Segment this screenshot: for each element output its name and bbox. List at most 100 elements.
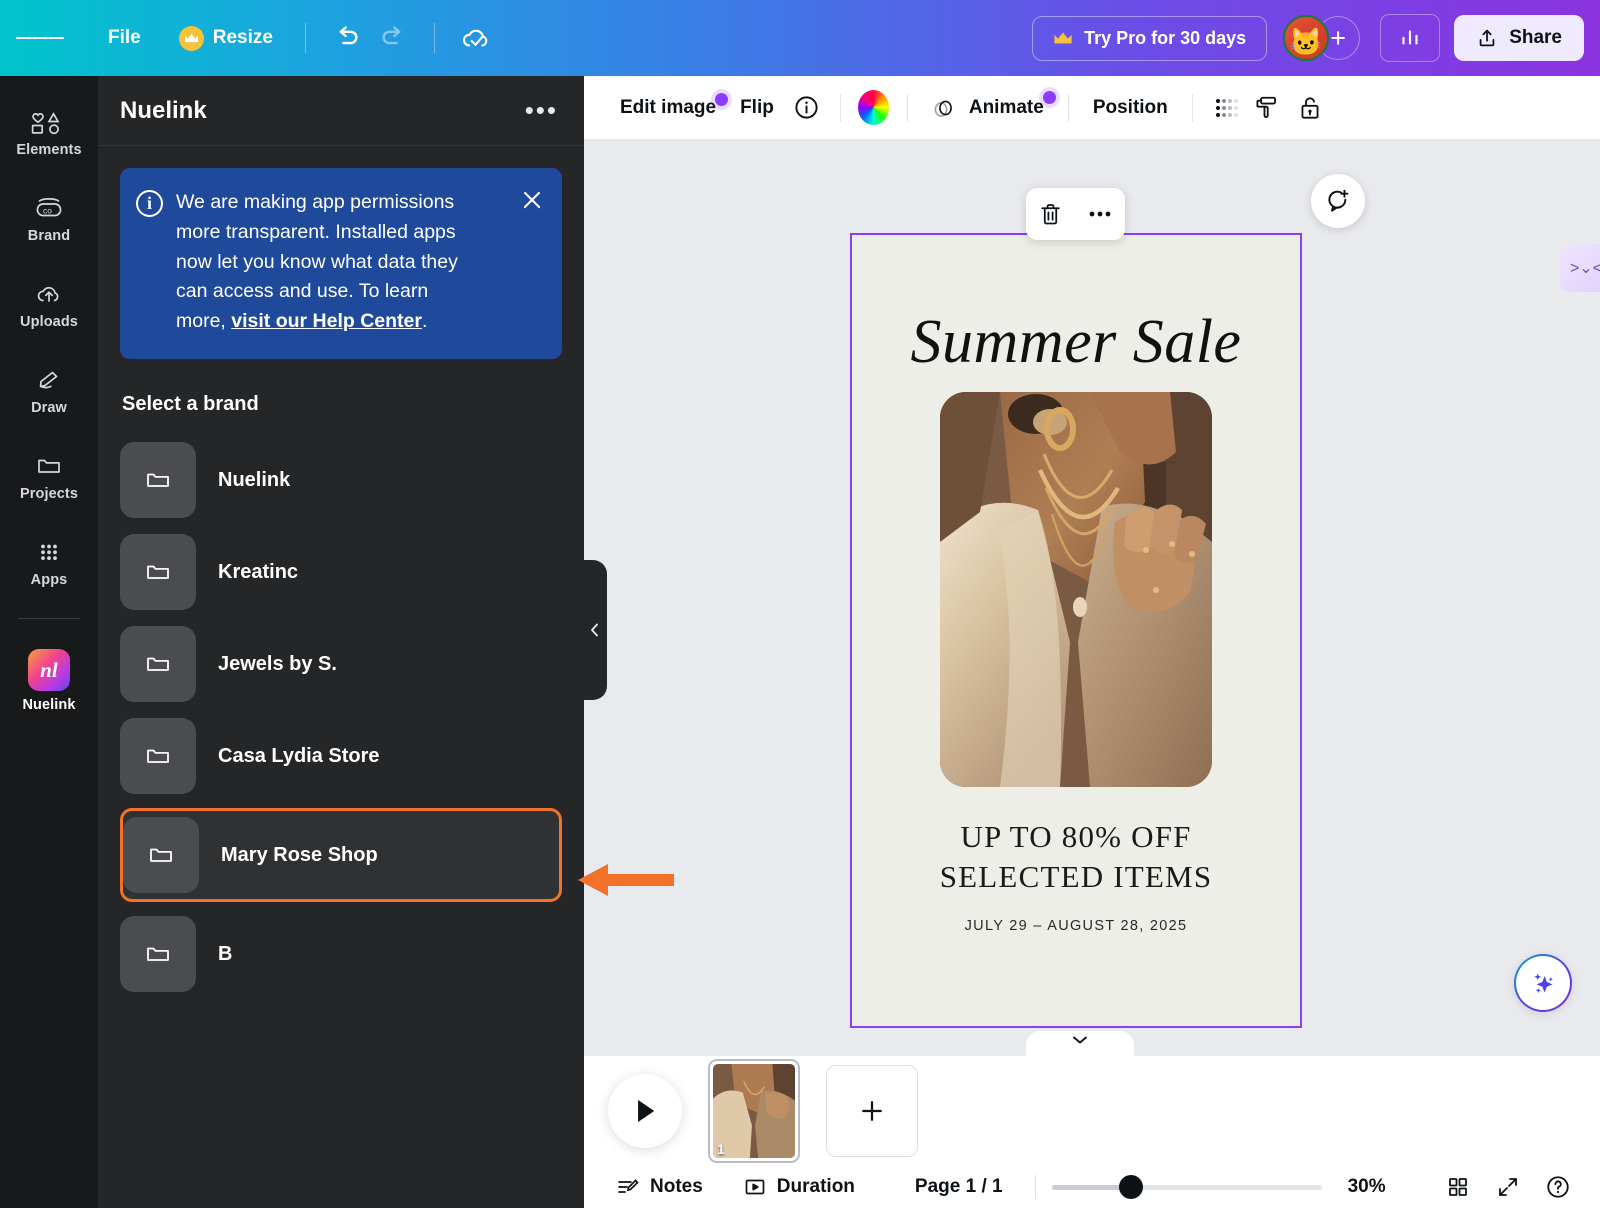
design-stage[interactable]: Summer Sale UP TO 80% OFF SELECTED ITEMS… <box>584 140 1600 1056</box>
file-menu-button[interactable]: File <box>90 18 159 58</box>
bar-chart-icon[interactable] <box>1380 14 1441 62</box>
cloud-upload-icon <box>37 286 59 302</box>
left-rail: Elements co Brand Uploads Draw Projects … <box>0 76 98 1208</box>
sidebar-item-label: Elements <box>16 142 82 158</box>
transparency-checker-icon[interactable] <box>1205 87 1247 129</box>
unlock-icon[interactable] <box>1289 87 1331 129</box>
try-pro-button[interactable]: Try Pro for 30 days <box>1032 15 1268 61</box>
list-item[interactable]: B <box>120 908 562 1000</box>
grid-apps-icon <box>41 544 57 560</box>
design-poster[interactable]: Summer Sale UP TO 80% OFF SELECTED ITEMS… <box>850 233 1302 1028</box>
more-options-icon[interactable]: ••• <box>525 97 558 122</box>
app-panel: Nuelink ••• i We are making app permissi… <box>98 76 584 1208</box>
poster-headline[interactable]: UP TO 80% OFF SELECTED ITEMS <box>852 817 1300 896</box>
notice-text: We are making app permissions more trans… <box>176 188 476 337</box>
element-toolbar: Edit image Flip Animate Position <box>584 76 1600 140</box>
panel-body: i We are making app permissions more tra… <box>98 146 584 1208</box>
svg-text:co: co <box>43 205 52 215</box>
list-item-mary-rose-shop[interactable]: Mary Rose Shop <box>120 808 562 903</box>
sidebar-item-label: Apps <box>30 572 68 588</box>
edit-image-label: Edit image <box>620 96 717 118</box>
duration-label: Duration <box>776 1176 855 1197</box>
top-bar: File Resize Try Pro for 30 days 🐱 + Shar… <box>0 0 1600 76</box>
info-circle-icon[interactable] <box>786 87 828 129</box>
folder-icon <box>120 626 196 703</box>
redo-icon[interactable] <box>370 15 416 61</box>
sidebar-item-label: Uploads <box>20 314 78 330</box>
close-x-icon[interactable] <box>518 186 546 214</box>
poster-photo[interactable] <box>940 392 1212 787</box>
list-item[interactable]: Kreatinc <box>120 526 562 618</box>
flip-button[interactable]: Flip <box>728 89 786 127</box>
color-wheel-icon[interactable] <box>853 87 895 129</box>
trash-icon[interactable] <box>1031 194 1071 234</box>
nuelink-monogram: nl <box>40 657 58 682</box>
grid-view-icon[interactable] <box>1438 1167 1478 1207</box>
sidebar-item-projects[interactable]: Projects <box>6 440 92 512</box>
pen-draw-icon <box>39 371 58 389</box>
help-circle-icon[interactable] <box>1538 1167 1578 1207</box>
animate-label: Animate <box>968 96 1044 118</box>
sidebar-item-brand[interactable]: co Brand <box>6 182 92 254</box>
page-strip: 1 <box>584 1056 1600 1166</box>
poster-title[interactable]: Summer Sale <box>852 307 1300 378</box>
share-button[interactable]: Share <box>1454 15 1584 61</box>
poster-headline-line2: SELECTED ITEMS <box>939 858 1213 894</box>
nuelink-logo-icon: nl <box>28 649 70 691</box>
share-upload-icon <box>1479 29 1495 47</box>
add-page-button[interactable] <box>826 1065 918 1157</box>
duration-button[interactable]: Duration <box>733 1169 865 1205</box>
try-pro-label: Try Pro for 30 days <box>1084 27 1247 48</box>
folder-icon <box>120 442 196 519</box>
notice-text-after: . <box>421 310 428 333</box>
resize-button[interactable]: Resize <box>165 17 287 60</box>
select-brand-label: Select a brand <box>122 393 259 416</box>
expand-fullscreen-icon[interactable] <box>1488 1167 1528 1207</box>
list-item[interactable]: Jewels by S. <box>120 618 562 710</box>
sidebar-item-elements[interactable]: Elements <box>6 98 92 168</box>
poster-date-range[interactable]: JULY 29 – AUGUST 28, 2025 <box>852 918 1300 934</box>
avatar-glyph: 🐱 <box>1289 27 1323 57</box>
divider <box>1191 93 1193 122</box>
sidebar-item-nuelink[interactable]: nl Nuelink <box>6 637 92 723</box>
sidebar-item-uploads[interactable]: Uploads <box>6 268 92 340</box>
divider <box>433 23 435 53</box>
sidebar-item-apps[interactable]: Apps <box>6 526 92 598</box>
undo-icon[interactable] <box>324 15 370 61</box>
kaomoji-tab[interactable]: >⌄< <box>1560 244 1600 292</box>
notes-button[interactable]: Notes <box>606 1169 713 1205</box>
brand-name: Nuelink <box>218 468 291 491</box>
brand-name: Jewels by S. <box>218 652 337 675</box>
resize-label: Resize <box>212 27 273 48</box>
more-options-icon[interactable] <box>1080 194 1120 234</box>
sidebar-item-draw[interactable]: Draw <box>6 354 92 426</box>
element-context-toolbar <box>1026 188 1125 240</box>
cloud-saved-icon[interactable] <box>453 15 499 61</box>
hamburger-menu-icon[interactable] <box>16 14 64 62</box>
sidebar-item-label: Nuelink <box>22 697 76 713</box>
zoom-slider-knob[interactable] <box>1119 1175 1144 1199</box>
edit-image-button[interactable]: Edit image <box>608 89 729 127</box>
animate-button[interactable]: Animate <box>920 87 1056 129</box>
brand-name: Casa Lydia Store <box>218 744 380 767</box>
add-comment-icon[interactable] <box>1311 174 1365 228</box>
brand-name: Kreatinc <box>218 560 299 583</box>
avatar[interactable]: 🐱 <box>1283 15 1330 61</box>
page-thumbnail[interactable]: 1 <box>708 1059 800 1163</box>
canva-editor-window: File Resize Try Pro for 30 days 🐱 + Shar… <box>0 0 1600 1208</box>
chevron-down-icon[interactable] <box>1026 1031 1134 1056</box>
position-button[interactable]: Position <box>1081 89 1180 127</box>
brand-name: Mary Rose Shop <box>221 843 378 866</box>
zoom-slider[interactable] <box>1051 1175 1322 1199</box>
folder-icon <box>123 817 199 894</box>
zoom-level-label[interactable]: 30% <box>1348 1176 1386 1198</box>
paint-roller-icon[interactable] <box>1247 87 1289 129</box>
panel-collapse-handle[interactable] <box>583 560 607 700</box>
page-indicator[interactable]: Page 1 / 1 <box>905 1170 1013 1204</box>
play-icon[interactable] <box>608 1074 682 1148</box>
help-center-link[interactable]: visit our Help Center <box>231 310 422 332</box>
crown-icon <box>1054 32 1072 44</box>
magic-sparkle-icon[interactable] <box>1514 954 1572 1012</box>
list-item[interactable]: Casa Lydia Store <box>120 710 562 802</box>
list-item[interactable]: Nuelink <box>120 434 562 526</box>
